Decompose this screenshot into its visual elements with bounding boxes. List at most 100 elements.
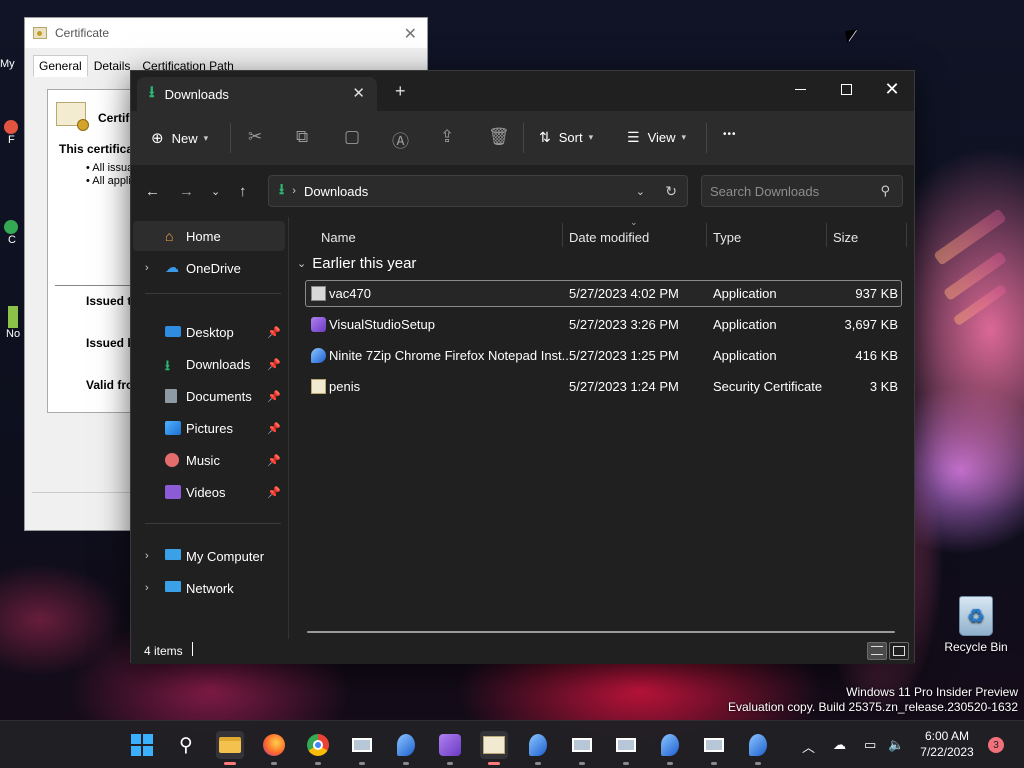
group-header[interactable]: ⌄ Earlier this year — [297, 255, 416, 272]
firefox-taskbar-icon[interactable] — [260, 731, 288, 765]
tab-general[interactable]: General — [33, 55, 88, 77]
file-row[interactable]: vac470 5/27/2023 4:02 PM Application 937… — [305, 280, 902, 307]
copy-icon[interactable]: ⧉ — [296, 127, 308, 147]
ninite-taskbar-icon[interactable] — [524, 731, 552, 765]
sidebar-item-my-computer[interactable]: › My Computer — [133, 541, 285, 571]
pin-icon[interactable]: 📌 — [267, 326, 281, 339]
certificate-bullet: • All appli — [86, 175, 131, 187]
forward-arrow-icon[interactable]: → — [179, 183, 194, 200]
sidebar-item-downloads[interactable]: ⭳ Downloads 📌 — [133, 349, 285, 379]
chevron-right-icon[interactable]: › — [145, 582, 149, 594]
column-divider[interactable] — [826, 223, 827, 247]
new-tab-button[interactable]: + — [395, 82, 406, 100]
chrome-taskbar-icon[interactable] — [304, 731, 332, 765]
back-arrow-icon[interactable]: ← — [145, 183, 160, 200]
desktop-icon-fragment[interactable]: C — [0, 220, 22, 280]
chevron-right-icon[interactable]: › — [145, 550, 149, 562]
minimize-button[interactable] — [777, 75, 823, 103]
new-button[interactable]: ⊕ New ▾ — [151, 129, 208, 147]
remote-desktop-taskbar-icon[interactable] — [568, 731, 596, 765]
pin-icon[interactable]: 📌 — [267, 422, 281, 435]
recent-locations-chevron-icon[interactable]: ⌄ — [211, 185, 220, 198]
close-icon[interactable]: ✕ — [404, 24, 417, 44]
navigation-pane: ⌂ Home › ☁ OneDrive Desktop 📌 ⭳ Download… — [131, 217, 289, 639]
sidebar-item-videos[interactable]: Videos 📌 — [133, 477, 285, 507]
search-icon[interactable]: ⚲ — [172, 731, 200, 759]
visual-studio-taskbar-icon[interactable] — [436, 731, 464, 765]
address-bar[interactable]: ⭳ › Downloads ⌄ ↻ — [268, 175, 688, 207]
sidebar-item-documents[interactable]: Documents 📌 — [133, 381, 285, 411]
tab-downloads[interactable]: ⭳ Downloads ✕ — [137, 77, 377, 111]
breadcrumb-downloads[interactable]: Downloads — [304, 184, 368, 199]
network-icon[interactable]: ▭ — [864, 737, 876, 753]
remote-desktop-taskbar-icon[interactable] — [348, 731, 376, 765]
file-name: vac470 — [329, 286, 371, 301]
column-header-name[interactable]: Name — [321, 221, 356, 253]
details-view-toggle[interactable] — [867, 642, 887, 660]
column-divider[interactable] — [706, 223, 707, 247]
sidebar-item-desktop[interactable]: Desktop 📌 — [133, 317, 285, 347]
recycle-bin-desktop-icon[interactable]: ♻ Recycle Bin — [944, 596, 1008, 654]
cut-icon[interactable]: ✂ — [248, 127, 262, 147]
file-explorer-taskbar-icon[interactable] — [216, 731, 244, 765]
remote-desktop-taskbar-icon[interactable] — [700, 731, 728, 765]
file-explorer-window: ⭳ Downloads ✕ + ✕ ⊕ New ▾ ✂ ⧉ ▢ Ⓐ ⇪ 🗑 ⇅ … — [130, 70, 915, 664]
horizontal-scrollbar[interactable] — [307, 631, 895, 633]
refresh-icon[interactable]: ↻ — [665, 183, 677, 200]
pin-icon[interactable]: 📌 — [267, 486, 281, 499]
paste-icon[interactable]: ▢ — [344, 127, 360, 147]
start-button[interactable] — [128, 731, 156, 759]
sort-button[interactable]: ⇅ Sort ▾ — [539, 129, 593, 146]
pin-icon[interactable]: 📌 — [267, 358, 281, 371]
pin-icon[interactable]: 📌 — [267, 454, 281, 467]
up-arrow-icon[interactable]: ↑ — [239, 183, 247, 200]
file-row[interactable]: VisualStudioSetup 5/27/2023 3:26 PM Appl… — [305, 311, 902, 338]
chevron-down-icon: ⌄ — [297, 258, 307, 270]
sidebar-item-music[interactable]: Music 📌 — [133, 445, 285, 475]
file-row[interactable]: penis 5/27/2023 1:24 PM Security Certifi… — [305, 373, 902, 400]
clock[interactable]: 6:00 AM 7/22/2023 — [912, 728, 982, 760]
delete-icon[interactable]: 🗑 — [488, 127, 510, 147]
ninite-taskbar-icon[interactable] — [744, 731, 772, 765]
tiles-view-toggle[interactable] — [889, 642, 909, 660]
ninite-taskbar-icon[interactable] — [656, 731, 684, 765]
column-divider[interactable] — [562, 223, 563, 247]
remote-desktop-taskbar-icon[interactable] — [612, 731, 640, 765]
certificate-titlebar: Certificate — [25, 18, 427, 48]
sidebar-item-home[interactable]: ⌂ Home — [133, 221, 285, 251]
file-size: 937 KB — [855, 286, 898, 301]
search-icon[interactable]: ⚲ — [880, 183, 890, 199]
taskbar: ⚲ ︿ ☁ ▭ 🔈 6:00 AM 7/22/2023 3 — [0, 720, 1024, 768]
notification-badge[interactable]: 3 — [988, 737, 1004, 753]
column-header-date-modified[interactable]: Date modified — [569, 221, 649, 253]
onedrive-offline-icon[interactable]: ☁ — [833, 737, 846, 753]
visual-studio-icon — [311, 317, 326, 332]
share-icon[interactable]: ⇪ — [440, 127, 454, 147]
file-date: 5/27/2023 3:26 PM — [569, 317, 679, 332]
desktop-icon-fragment[interactable]: No — [0, 306, 22, 366]
column-header-size[interactable]: Size — [833, 221, 858, 253]
network-icon — [165, 581, 181, 592]
certificate-taskbar-icon[interactable] — [480, 731, 508, 765]
sidebar-item-network[interactable]: › Network — [133, 573, 285, 603]
sidebar-item-onedrive[interactable]: › ☁ OneDrive — [133, 253, 285, 283]
chevron-right-icon[interactable]: › — [145, 262, 149, 274]
maximize-button[interactable] — [823, 75, 869, 103]
show-hidden-icons-chevron-icon[interactable]: ︿ — [802, 737, 815, 756]
pin-icon[interactable]: 📌 — [267, 390, 281, 403]
close-window-button[interactable]: ✕ — [869, 75, 915, 103]
column-header-type[interactable]: Type — [713, 221, 741, 253]
volume-icon[interactable]: 🔈 — [888, 737, 904, 753]
desktop-icon-fragment[interactable]: F — [0, 120, 22, 156]
rename-icon[interactable]: Ⓐ — [392, 127, 409, 152]
file-row[interactable]: Ninite 7Zip Chrome Firefox Notepad Inst.… — [305, 342, 902, 369]
chevron-down-icon[interactable]: ⌄ — [636, 185, 645, 198]
close-tab-icon[interactable]: ✕ — [352, 84, 365, 102]
more-options-button[interactable]: ••• — [723, 129, 737, 140]
desktop-icon-fragment[interactable]: My — [0, 58, 22, 94]
sidebar-item-pictures[interactable]: Pictures 📌 — [133, 413, 285, 443]
search-input[interactable]: Search Downloads ⚲ — [701, 175, 903, 207]
view-button[interactable]: ☰ View ▾ — [627, 129, 686, 146]
column-divider[interactable] — [906, 223, 907, 247]
ninite-taskbar-icon[interactable] — [392, 731, 420, 765]
